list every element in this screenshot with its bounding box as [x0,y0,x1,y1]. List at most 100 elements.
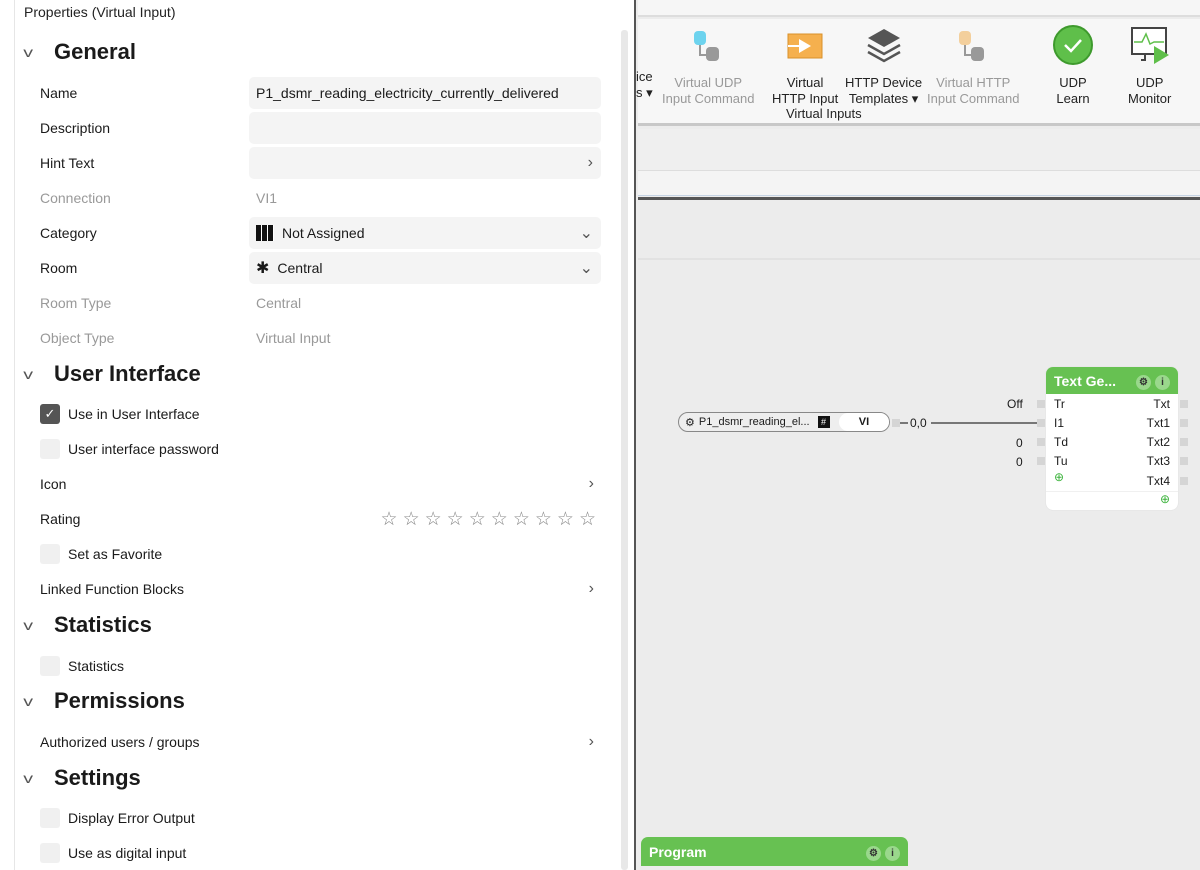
star-icon[interactable]: ☆ [513,508,530,531]
input-value-tu: 0 [1016,455,1023,469]
linked-blocks-label: Linked Function Blocks [40,581,184,597]
input-port[interactable] [1037,400,1045,408]
chevron-down-icon: ⌄ [579,225,593,242]
use-in-ui-checkbox[interactable]: ✓ [40,404,60,424]
chevron-down-icon: v [23,44,33,60]
connection-label: Connection [40,190,111,206]
input-port[interactable] [1037,438,1045,446]
room-select[interactable]: ✱ Central ⌄ [249,252,601,284]
output-port[interactable] [1180,400,1188,408]
star-icon[interactable]: ☆ [579,508,596,531]
scrollbar[interactable] [621,30,628,870]
vi-block-name: P1_dsmr_reading_el... [698,416,810,428]
udp-learn-button[interactable]: UDP Learn [1052,23,1094,107]
digital-input-checkbox[interactable] [40,843,60,863]
room-type-label: Room Type [40,295,112,311]
hint-text-field[interactable]: › [249,147,601,179]
connection-wire [931,422,1038,424]
output-port[interactable] [1180,438,1188,446]
workspace: ice s ▾ Virtual UDP Input Command Virtual H… [636,0,1200,870]
star-icon[interactable]: ☆ [557,508,574,531]
gear-icon[interactable]: ⚙ [1136,374,1151,390]
info-icon[interactable]: i [1155,374,1170,390]
star-icon[interactable]: ☆ [425,508,442,531]
chevron-right-icon: › [588,733,594,750]
chevron-down-icon: ⌄ [579,260,593,277]
section-user-interface[interactable]: v User Interface [23,361,201,387]
info-icon[interactable]: i [885,845,900,861]
input-label: Tu [1054,454,1068,468]
input-port[interactable] [1037,457,1045,465]
password-checkbox[interactable] [40,439,60,459]
vi-output-port[interactable] [892,419,900,427]
add-output-icon[interactable]: ⊕ [1160,492,1170,506]
favorite-checkbox[interactable] [40,544,60,564]
add-input-icon[interactable]: ⊕ [1054,470,1064,484]
section-statistics[interactable]: v Statistics [23,612,152,638]
description-input[interactable] [249,112,601,144]
ribbon-label: Input Command [662,91,755,106]
error-output-row[interactable]: Display Error Output [40,802,602,834]
hint-row: Hint Text › [40,147,602,179]
ribbon-label: Virtual HTTP [936,75,1011,90]
star-icon[interactable]: ☆ [491,508,508,531]
udp-monitor-button[interactable]: UDP Monitor [1128,23,1171,107]
virtual-http-input-button[interactable]: Virtual HTTP Input [772,23,838,107]
section-general[interactable]: v General [23,39,136,65]
digital-input-row[interactable]: Use as digital input [40,837,602,869]
statistics-checkbox[interactable] [40,656,60,676]
divider [638,197,1200,200]
ribbon-label: s ▾ [636,85,653,100]
connection-wire [900,422,908,424]
icon-row[interactable]: Icon › [40,468,602,500]
rating-stars[interactable]: ☆ ☆ ☆ ☆ ☆ ☆ ☆ ☆ ☆ ☆ [381,508,596,531]
description-row: Description [40,112,602,144]
authorized-label: Authorized users / groups [40,734,200,750]
category-icon [256,225,274,241]
star-icon[interactable]: ☆ [447,508,464,531]
category-select[interactable]: Not Assigned ⌄ [249,217,601,249]
input-port[interactable] [1037,419,1045,427]
linked-blocks-row[interactable]: Linked Function Blocks › [40,573,602,605]
star-icon[interactable]: ☆ [403,508,420,531]
text-generator-block[interactable]: Text Ge... ⚙ i Tr I1 Td Tu ⊕ Txt Txt1 Txt2… [1046,367,1178,510]
rating-row: Rating ☆ ☆ ☆ ☆ ☆ ☆ ☆ ☆ ☆ ☆ [40,503,602,535]
input-label: Td [1054,435,1069,449]
virtual-http-input-command-button[interactable]: Virtual HTTP Input Command [927,23,1020,107]
ribbon-label: Monitor [1128,91,1172,106]
use-in-ui-row[interactable]: ✓ Use in User Interface [40,398,602,430]
output-port[interactable] [1180,477,1188,485]
ribbon-partial-button[interactable]: ice s ▾ [636,69,653,101]
digital-input-label: Use as digital input [68,845,187,861]
section-permissions[interactable]: v Permissions [23,688,185,714]
output-label: Txt4 [1146,474,1170,488]
virtual-input-block[interactable]: ⚙ P1_dsmr_reading_el... # VI [678,412,890,432]
output-port[interactable] [1180,419,1188,427]
name-value: P1_dsmr_reading_electricity_currently_de… [256,85,559,101]
gear-icon: ⚙ [685,416,695,429]
star-icon[interactable]: ☆ [535,508,552,531]
output-port[interactable] [1180,457,1188,465]
password-row[interactable]: User interface password [40,433,602,465]
input-value-td: 0 [1016,436,1023,450]
name-input[interactable]: P1_dsmr_reading_electricity_currently_de… [249,77,601,109]
room-row: Room ✱ Central ⌄ [40,252,602,284]
object-type-row: Object Type Virtual Input [40,322,602,354]
program-title: Program [649,843,707,860]
statistics-row[interactable]: Statistics [40,650,602,682]
star-icon[interactable]: ☆ [469,508,486,531]
program-block[interactable]: Program ⚙ i [641,837,908,866]
gear-icon[interactable]: ⚙ [866,845,881,861]
authorized-row[interactable]: Authorized users / groups › [40,726,602,758]
star-icon[interactable]: ☆ [381,508,398,531]
input-value-tr: Off [1007,397,1023,411]
category-value: Not Assigned [282,225,365,241]
ribbon-label: Learn [1056,91,1090,106]
ribbon-label: ice [636,69,653,84]
favorite-row[interactable]: Set as Favorite [40,538,602,570]
http-device-templates-button[interactable]: HTTP Device Templates ▾ [845,23,922,107]
section-settings[interactable]: v Settings [23,765,141,791]
virtual-udp-input-command-button[interactable]: Virtual UDP Input Command [662,23,755,107]
error-output-checkbox[interactable] [40,808,60,828]
section-title: Permissions [54,688,185,713]
